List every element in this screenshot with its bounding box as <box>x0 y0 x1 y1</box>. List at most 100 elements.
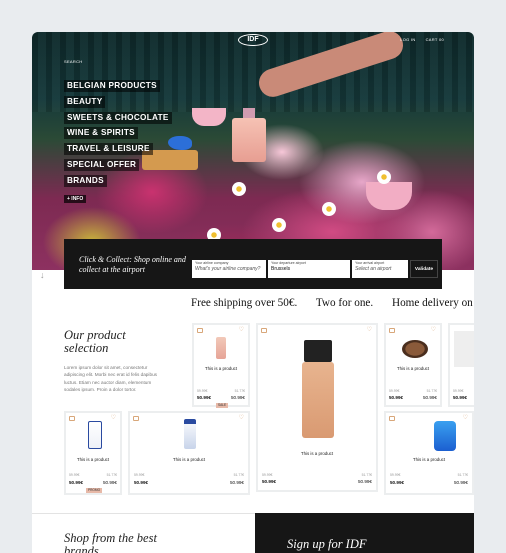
product-old-price: 59.99€ <box>389 389 400 393</box>
cart-icon[interactable] <box>197 328 203 333</box>
arrival-airport-label: Your arrival airport <box>355 261 385 265</box>
product-old-price: 59.99€ <box>134 473 145 477</box>
product-card[interactable]: ♡ This is a product 59.99€ 50.99€ 51.77€… <box>192 323 250 408</box>
promo-badge: PROMO <box>86 488 103 493</box>
product-card[interactable]: ♡ This is a product 59.99€ 50.99€ 51.77€… <box>64 411 122 495</box>
click-collect-text: Click & Collect: Shop online and collect… <box>79 255 186 274</box>
heart-icon[interactable]: ♡ <box>239 415 244 421</box>
teacup-image-2 <box>366 182 412 210</box>
cart-icon[interactable] <box>69 416 75 421</box>
arrow-down-icon[interactable]: ↓ <box>40 270 50 280</box>
daisy-flower <box>377 170 391 184</box>
hero-banner: IDF LOG IN CART 00 SEARCH BELGIAN PRODUC… <box>32 32 474 270</box>
product-card[interactable]: ♡ This is a product 59.99€ 50.99€ 51.77€… <box>384 411 474 495</box>
heart-icon[interactable]: ♡ <box>367 327 372 333</box>
product-old-price-alt: 51.77€ <box>234 389 245 393</box>
product-old-price: 59.99€ <box>390 473 401 477</box>
product-old-price: 59.99€ <box>453 389 464 393</box>
menu-item-special-offer[interactable]: SPECIAL OFFER <box>64 158 140 171</box>
product-image-placeholder <box>454 331 474 367</box>
signup-title: Sign up for IDF <box>287 537 367 551</box>
daisy-flower <box>232 182 246 196</box>
product-name: This is a product <box>76 457 110 462</box>
product-price-alt: 50.99€ <box>102 480 117 485</box>
menu-item-sweets-chocolate[interactable]: SWEETS & CHOCOLATE <box>64 111 172 124</box>
login-link[interactable]: LOG IN <box>400 37 415 42</box>
product-price: 50.99€ <box>390 480 405 485</box>
product-old-price-alt: 51.77€ <box>361 473 372 477</box>
product-card[interactable]: ♡ This is a product 59.99€ 50.99€ 51.77€… <box>384 323 442 407</box>
promo-two-for-one: Two for one. <box>315 297 374 309</box>
product-price: 50.99€ <box>262 479 277 484</box>
menu-item-wine-spirits[interactable]: WINE & SPIRITS <box>64 127 138 140</box>
cart-link[interactable]: CART 00 <box>426 37 444 42</box>
search-link[interactable]: SEARCH <box>64 59 82 64</box>
compact-powder-image <box>402 340 428 358</box>
product-old-price-alt: 51.77€ <box>106 473 117 477</box>
menu-item-beauty[interactable]: BEAUTY <box>64 95 106 108</box>
product-price: 50.99€ <box>389 395 404 400</box>
departure-airport-select[interactable]: Your departure airport Brussels <box>268 260 350 278</box>
airline-company-field[interactable]: Your airline company What's your airline… <box>192 260 266 278</box>
foundation-bottle-image <box>302 362 334 438</box>
product-card[interactable]: ♡ This is a product 59.99€ 50.99€ 51.77€… <box>128 411 250 495</box>
signup-panel: Sign up for IDF <box>255 513 474 553</box>
product-price: 50.99€ <box>453 395 468 400</box>
product-name: This is a product <box>396 366 430 371</box>
product-old-price-alt: 51.77€ <box>233 473 244 477</box>
heart-icon[interactable]: ♡ <box>431 327 436 333</box>
sale-badge: SALE <box>216 403 229 408</box>
product-old-price: 59.99€ <box>69 473 80 477</box>
product-old-price-alt: 51.77€ <box>457 473 468 477</box>
heart-icon[interactable]: ♡ <box>239 327 244 333</box>
product-old-price-alt: 51.77€ <box>426 389 437 393</box>
airline-company-placeholder: What's your airline company? <box>195 266 261 272</box>
page: IDF LOG IN CART 00 SEARCH BELGIAN PRODUC… <box>32 32 474 553</box>
promo-free-shipping: Free shipping over 50€. <box>191 297 298 309</box>
idf-logo[interactable]: IDF <box>238 34 268 46</box>
arrival-airport-select[interactable]: Your arrival airport Select an airport <box>352 260 408 278</box>
product-card-partial[interactable]: 59.99€ 50.99€ <box>448 323 474 407</box>
product-price-alt: 50.99€ <box>422 395 437 400</box>
product-old-price: 59.99€ <box>262 473 273 477</box>
cart-icon[interactable] <box>389 416 395 421</box>
more-info-link[interactable]: + INFO <box>64 195 87 203</box>
teacup-image <box>192 108 226 126</box>
menu-item-travel-leisure[interactable]: TRAVEL & LEISURE <box>64 143 153 156</box>
shop-brands-title: Shop from the best brands <box>64 531 157 553</box>
product-card-featured[interactable]: ♡ This is a product 59.99€ 50.99€ 51.77€… <box>256 323 378 492</box>
perfume-bottle-image <box>216 337 226 359</box>
heart-icon[interactable]: ♡ <box>463 415 468 421</box>
validate-button[interactable]: Validate <box>410 260 438 278</box>
cart-count: 00 <box>438 37 444 42</box>
menu-item-belgian-products[interactable]: BELGIAN PRODUCTS <box>64 80 160 92</box>
perfume-bottle-image <box>232 108 266 162</box>
cart-icon[interactable] <box>133 416 139 421</box>
cream-tube-image <box>184 419 196 449</box>
promo-home-delivery: Home delivery on us <box>392 297 474 309</box>
product-price: 50.99€ <box>69 480 84 485</box>
top-nav: LOG IN CART 00 <box>400 37 444 42</box>
product-selection-title: Our product selection <box>64 328 126 355</box>
departure-airport-value: Brussels <box>271 266 291 272</box>
departure-airport-label: Your departure airport <box>271 261 306 265</box>
daisy-flower <box>272 218 286 232</box>
product-price: 50.99€ <box>134 480 149 485</box>
product-name: This is a product <box>412 457 446 462</box>
menu-item-brands[interactable]: BRANDS <box>64 174 107 187</box>
category-menu: BELGIAN PRODUCTS BEAUTY SWEETS & CHOCOLA… <box>64 80 172 191</box>
cart-label: CART <box>425 37 438 42</box>
product-name: This is a product <box>204 366 238 371</box>
product-selection-text: Lorem ipsum dolor sit amet, consectetur … <box>64 365 158 392</box>
product-price-alt: 50.99€ <box>357 479 372 484</box>
cart-icon[interactable] <box>389 328 395 333</box>
product-price-alt: 50.99€ <box>230 395 245 400</box>
sunscreen-bottle-image <box>434 421 456 451</box>
product-name: This is a product <box>300 451 334 456</box>
product-name: This is a product <box>172 457 206 462</box>
arrival-airport-placeholder: Select an airport <box>355 266 392 272</box>
heart-icon[interactable]: ♡ <box>111 415 116 421</box>
top-bar: IDF LOG IN CART 00 <box>32 32 474 48</box>
cart-icon[interactable] <box>261 328 267 333</box>
airline-company-label: Your airline company <box>195 261 229 265</box>
